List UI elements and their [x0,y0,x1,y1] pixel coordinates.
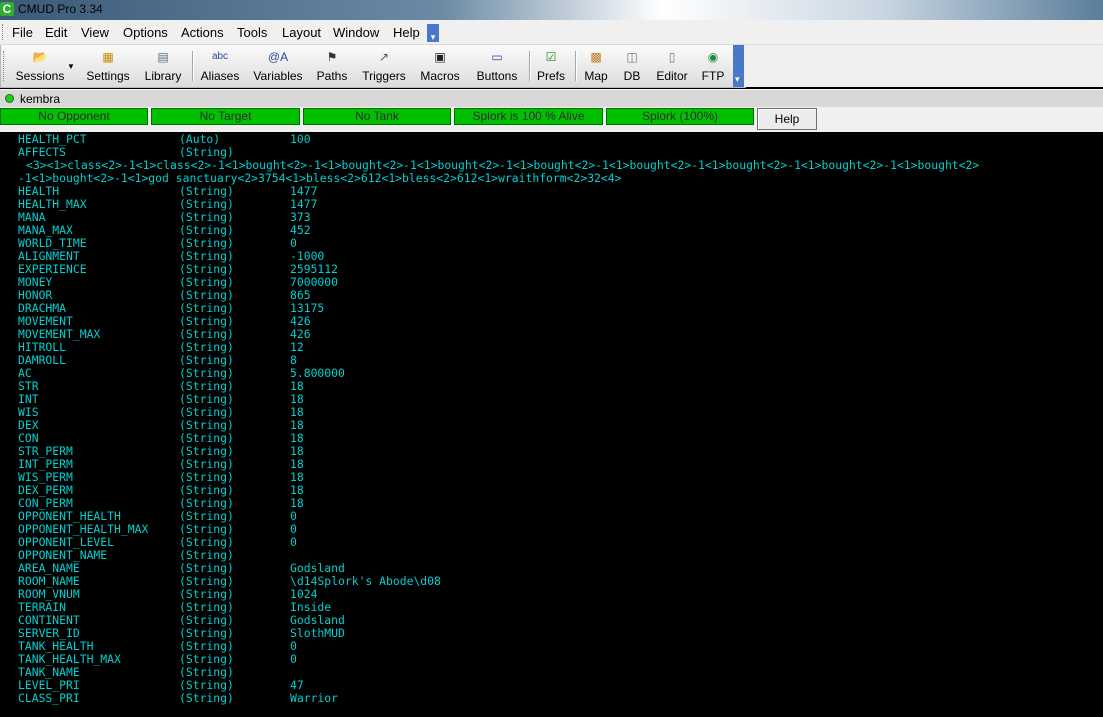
main-toolbar: 📂 Sessions ▼ ▦ Settings ▤ Library abc Al… [0,45,746,88]
variable-value: 0 [290,652,297,666]
macros-button[interactable]: ▣ Macros [417,48,463,84]
toolbar-empty-area [744,45,1103,87]
status-target: No Target [151,108,300,125]
terminal-output[interactable]: HEALTH_PCT (Auto) 100 AFFECTS (String) <3><1>… [0,132,1103,717]
menu-actions[interactable]: Actions [181,25,224,40]
buttons-button[interactable]: ▭ Buttons [473,48,521,84]
triggers-button[interactable]: ↗ Triggers [359,48,409,84]
status-tank: No Tank [303,108,451,125]
variable-type: (String) [179,691,234,705]
affects-value-text: -1<1>bought<2>-1<1>god sanctuary<2>3754<… [18,171,622,185]
menu-tools[interactable]: Tools [237,25,267,40]
variables-icon: @A [267,50,289,64]
toolbar-separator [575,51,577,81]
menu-layout[interactable]: Layout [282,25,321,40]
toolbar-grip-handle[interactable] [3,51,7,81]
menu-help[interactable]: Help [393,25,420,40]
menu-view[interactable]: View [81,25,109,40]
connected-status-icon [5,94,14,103]
variables-button[interactable]: @A Variables [251,48,305,84]
toolbar-separator [529,51,531,81]
variable-value: 100 [290,132,311,146]
settings-button[interactable]: ▦ Settings [83,48,133,84]
folder-icon: 📂 [32,50,48,64]
library-button[interactable]: ▤ Library [141,48,185,84]
sessions-button[interactable]: 📂 Sessions [11,48,69,84]
help-button[interactable]: Help [757,108,817,130]
menu-edit[interactable]: Edit [45,25,67,40]
chevron-down-icon: ▼ [67,62,75,71]
status-bar: No Opponent No Target No Tank Splork is … [0,107,1103,132]
paths-icon: ⚑ [326,50,338,64]
aliases-button[interactable]: abc Aliases [197,48,243,84]
prefs-icon: ☑ [545,50,557,64]
status-opponent: No Opponent [0,108,148,125]
ftp-button[interactable]: ◉ FTP [699,48,727,84]
settings-icon: ▦ [102,50,114,64]
db-button[interactable]: ◫ DB [619,48,645,84]
map-icon: ▩ [590,50,602,64]
session-tab-kembra[interactable]: kembra [20,92,60,106]
menu-bar: File Edit View Options Actions Tools Lay… [0,20,1103,45]
menu-grip-handle[interactable] [2,24,6,40]
variable-value: 0 [290,535,297,549]
menu-options[interactable]: Options [123,25,168,40]
ftp-icon: ◉ [707,50,719,64]
editor-icon: ▯ [668,50,676,64]
variable-value: SlothMUD [290,626,345,640]
menu-window[interactable]: Window [333,25,379,40]
buttons-icon: ▭ [491,50,503,64]
prefs-button[interactable]: ☑ Prefs [535,48,567,84]
session-tab-bar: kembra [0,89,1103,108]
status-health: Splork (100%) [606,108,754,125]
variable-value: Warrior [290,691,339,705]
sessions-dropdown-arrow[interactable]: ▼ [65,48,77,84]
paths-button[interactable]: ⚑ Paths [313,48,351,84]
menu-file[interactable]: File [12,25,33,40]
status-alive: Splork is 100 % Alive [454,108,603,125]
toolbar-separator [192,51,194,81]
title-bar: C CMUD Pro 3.34 [0,0,1103,20]
variable-name: CLASS_PRI [18,691,80,705]
app-icon: C [0,2,14,16]
macros-icon: ▣ [434,50,446,64]
menu-overflow-chevron-icon[interactable]: ▾ [427,24,439,42]
library-icon: ▤ [157,50,169,64]
editor-button[interactable]: ▯ Editor [653,48,691,84]
map-button[interactable]: ▩ Map [581,48,611,84]
trigger-icon: ↗ [378,50,390,64]
aliases-icon: abc [211,51,229,62]
window-title: CMUD Pro 3.34 [18,2,103,16]
db-icon: ◫ [626,50,638,64]
